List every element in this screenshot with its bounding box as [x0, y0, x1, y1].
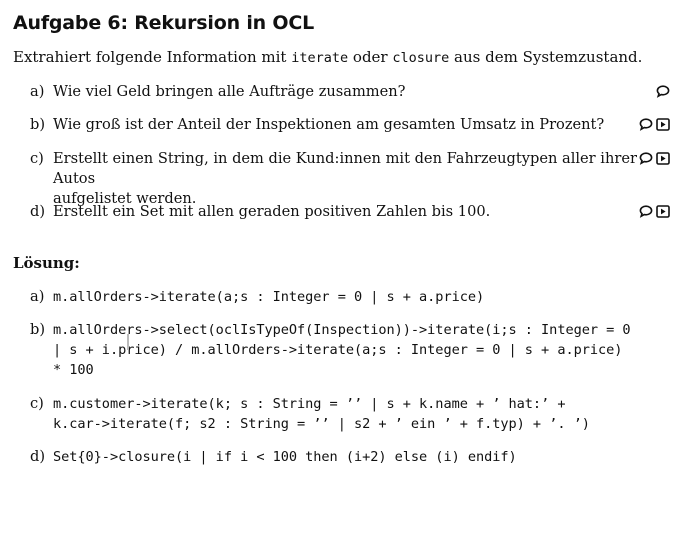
answer-label: a) — [30, 288, 45, 305]
comment-icon[interactable] — [656, 85, 670, 98]
question-icons — [656, 85, 670, 98]
question-text: Erstellt ein Set mit allen geraden posit… — [53, 203, 491, 220]
text-cursor — [127, 334, 129, 350]
question-label: a) — [30, 83, 45, 100]
question-text-line1: Erstellt einen String, in dem die Kund:i… — [53, 150, 637, 187]
comment-icon[interactable] — [639, 205, 653, 218]
answer-code-line: Set{0}->closure(i | if i < 100 then (i+2… — [53, 449, 517, 465]
answer-code-line: m.allOrders->select(oclIsTypeOf(Inspecti… — [53, 322, 631, 338]
answer-code-line: m.customer->iterate(k; s : String = ’’ |… — [53, 396, 566, 412]
question-text: Wie viel Geld bringen alle Aufträge zusa… — [53, 83, 406, 100]
keyword-iterate: iterate — [291, 50, 349, 66]
keyword-closure: closure — [392, 50, 450, 66]
question-icons — [639, 205, 670, 218]
play-icon[interactable] — [656, 205, 670, 218]
intro-after: aus dem Systemzustand. — [449, 48, 643, 66]
question-icons — [639, 118, 670, 131]
question-label: b) — [30, 116, 46, 133]
comment-icon[interactable] — [639, 118, 653, 131]
answer-label: d) — [30, 448, 46, 465]
question-text: Wie groß ist der Anteil der Inspektionen… — [53, 116, 605, 133]
play-icon[interactable] — [656, 118, 670, 131]
answer-code-line: m.allOrders->iterate(a;s : Integer = 0 |… — [53, 289, 485, 305]
answer-label: b) — [30, 321, 46, 338]
answer-label: c) — [30, 395, 44, 412]
answer-code-line: * 100 — [53, 362, 94, 378]
question-label: d) — [30, 203, 46, 220]
solution-heading: Lösung: — [13, 254, 80, 272]
question-text: Erstellt einen String, in dem die Kund:i… — [53, 149, 653, 209]
comment-icon[interactable] — [639, 152, 653, 165]
answer-code-line: k.car->iterate(f; s2 : String = ’’ | s2 … — [53, 416, 590, 432]
question-icons — [639, 152, 670, 165]
page-title: Aufgabe 6: Rekursion in OCL — [13, 12, 314, 34]
play-icon[interactable] — [656, 152, 670, 165]
intro-before: Extrahiert folgende Information mit — [13, 48, 292, 66]
question-label: c) — [30, 150, 44, 167]
answer-code-line: | s + i.price) / m.allOrders->iterate(a;… — [53, 342, 623, 358]
intro-mid: oder — [348, 48, 393, 66]
intro-text: Extrahiert folgende Information mit iter… — [13, 48, 642, 66]
